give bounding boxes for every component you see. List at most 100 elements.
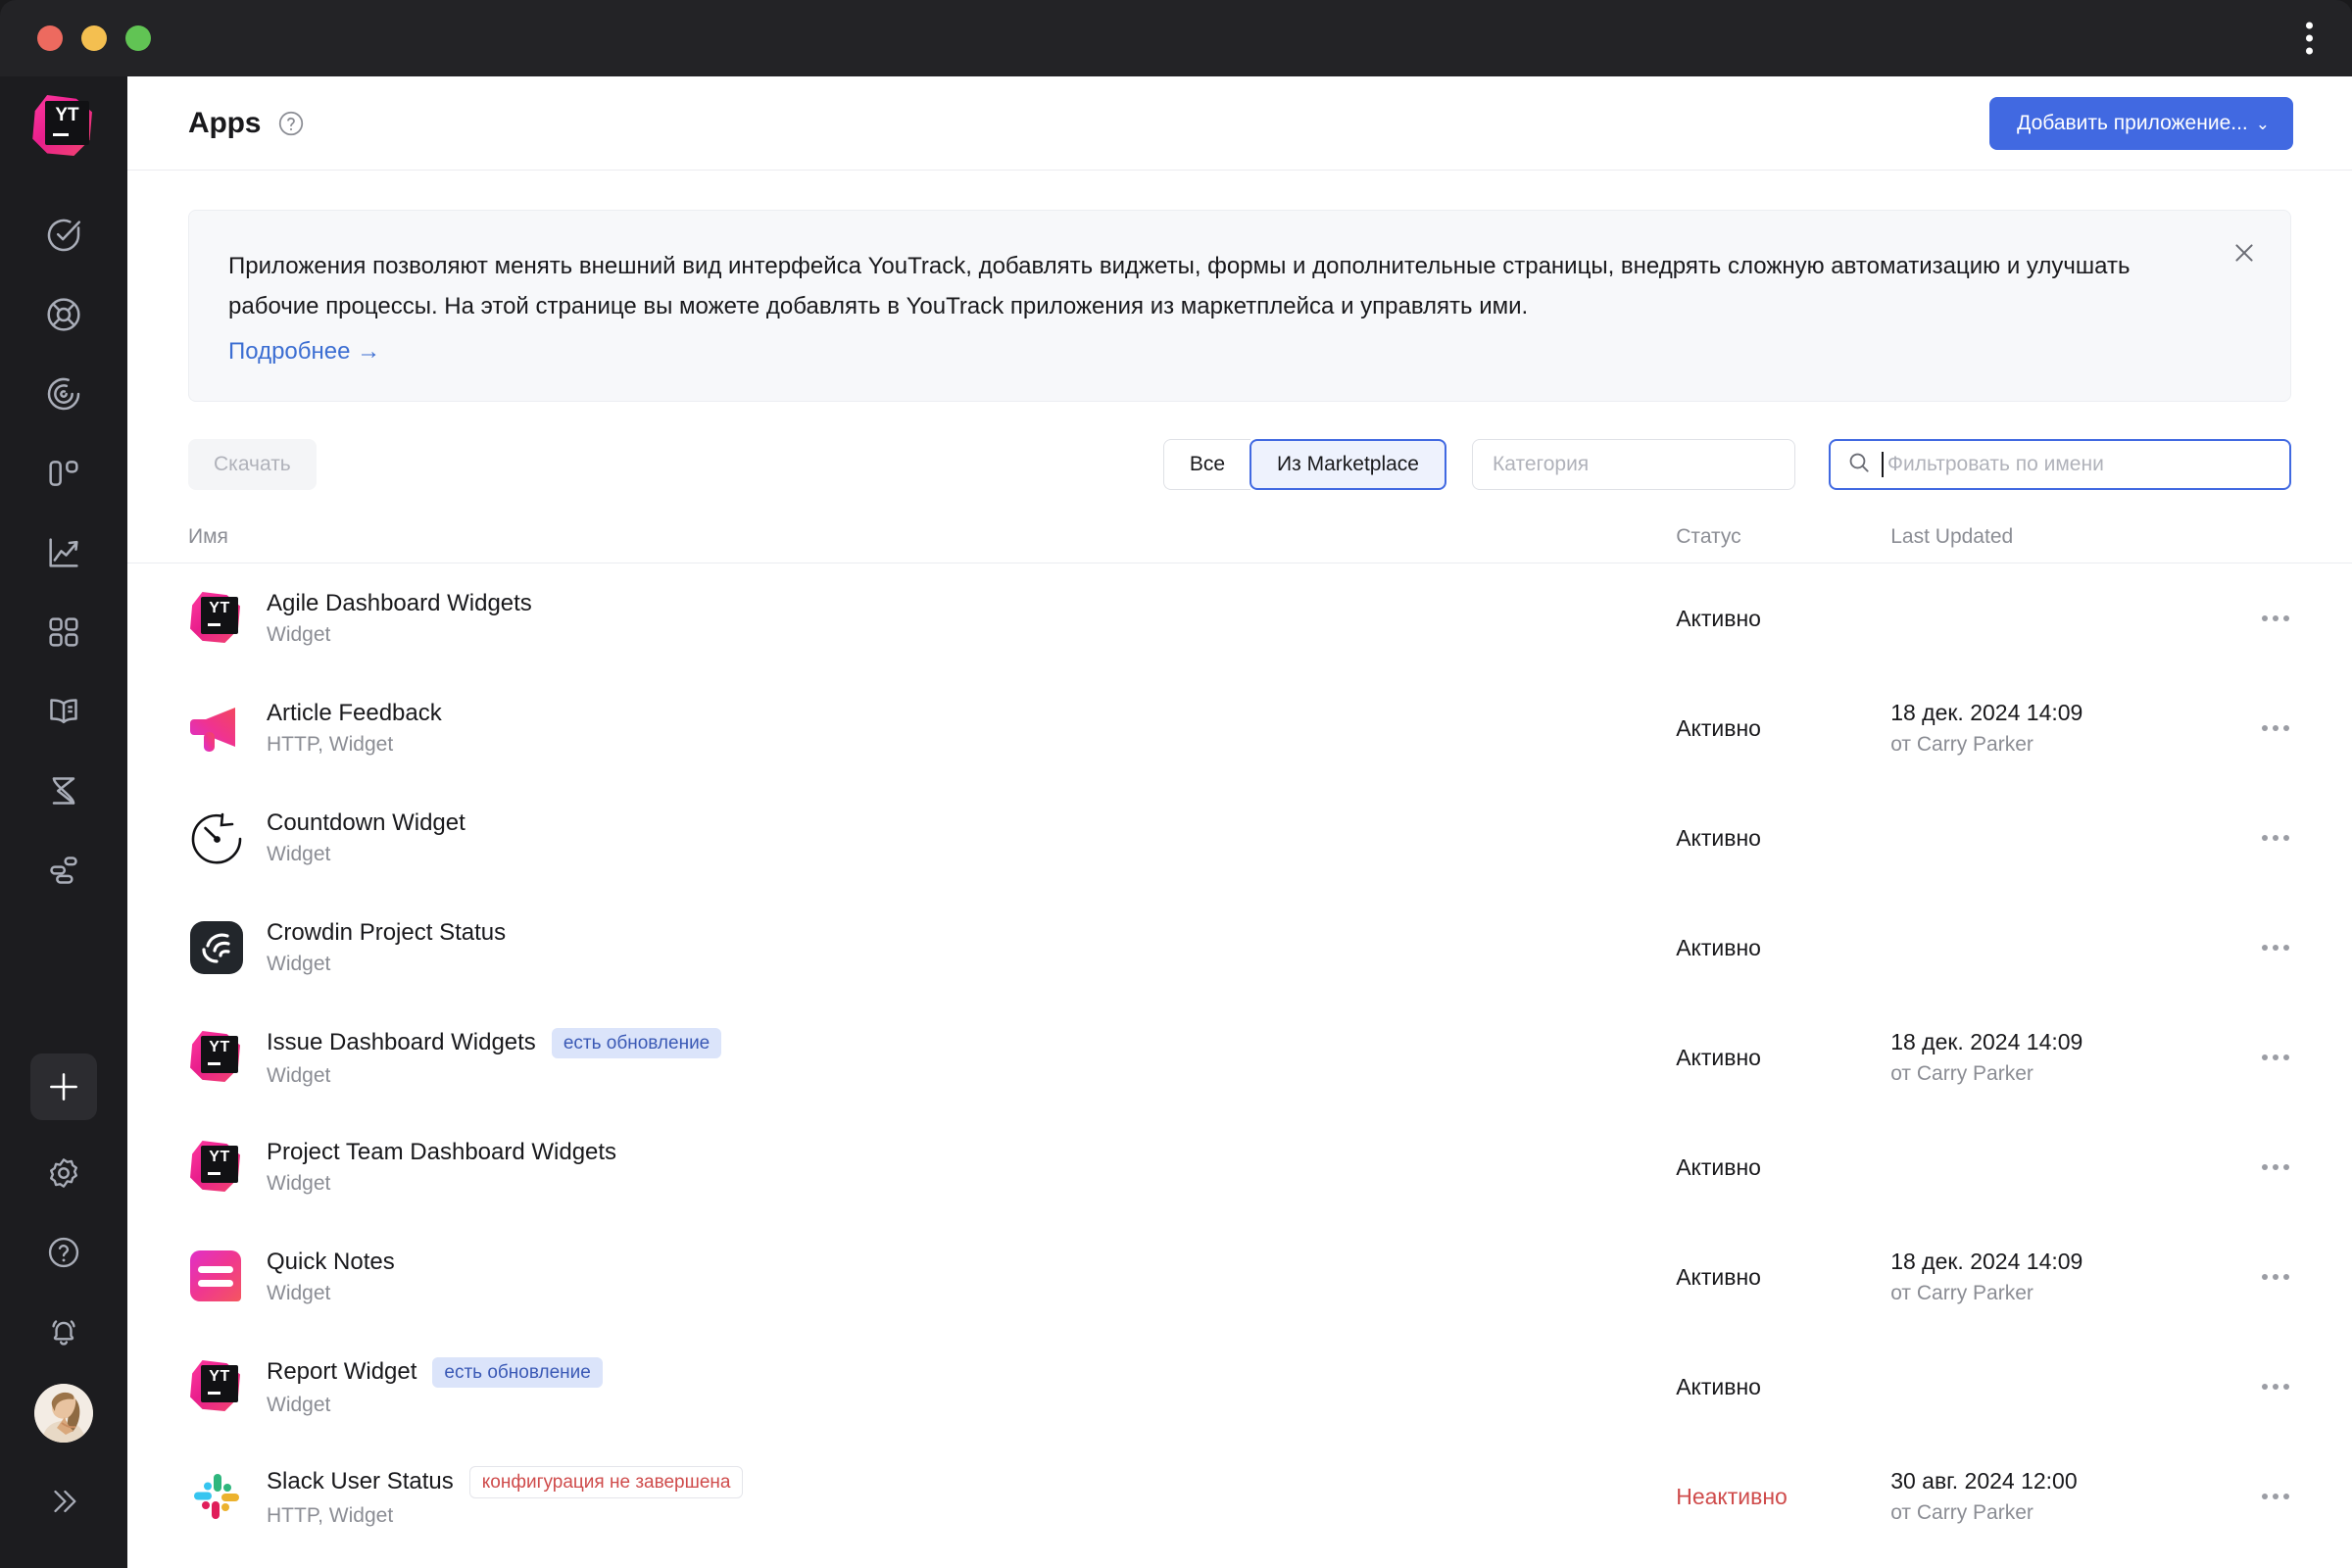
table-header-row: Имя Статус Last Updated — [127, 525, 2352, 564]
more-horizontal-icon[interactable] — [2196, 1384, 2291, 1390]
create-button[interactable] — [30, 1054, 97, 1120]
banner-text: Приложения позволяют менять внешний вид … — [228, 246, 2188, 326]
table-row[interactable]: YTReport Widgetесть обновлениеWidgetАкти… — [127, 1332, 2352, 1442]
app-name-line: Slack User Statusконфигурация не заверше… — [267, 1466, 743, 1498]
more-horizontal-icon[interactable] — [2196, 615, 2291, 621]
table-row[interactable]: Countdown WidgetWidgetАктивно — [127, 783, 2352, 893]
youtrack-logo[interactable]: YT — [29, 92, 98, 161]
app-name: Issue Dashboard Widgets — [267, 1029, 536, 1056]
sidebar-item-reports[interactable] — [24, 514, 103, 592]
zoom-window-button[interactable] — [125, 25, 151, 51]
status-text: Активно — [1676, 825, 1761, 851]
app-status-cell: Активно — [1676, 825, 1890, 852]
search-input-wrapper[interactable] — [1829, 439, 2291, 490]
app-name-cell: Article FeedbackHTTP, Widget — [188, 700, 1676, 757]
table-row[interactable]: Crowdin Project StatusWidgetАктивно — [127, 893, 2352, 1003]
app-name-block: Report Widgetесть обновление Widget — [267, 1357, 603, 1417]
add-app-label: Добавить приложение... — [2017, 112, 2248, 135]
search-icon — [1846, 450, 1872, 480]
updated-timestamp: 18 дек. 2024 14:09 — [1890, 1025, 2195, 1058]
table-row[interactable]: Article FeedbackHTTP, WidgetАктивно18 де… — [127, 673, 2352, 783]
app-name: Project Team Dashboard Widgets — [267, 1139, 616, 1166]
app-name-line: Report Widgetесть обновление — [267, 1357, 603, 1388]
search-input[interactable] — [1887, 453, 2276, 476]
sidebar-item-boards[interactable] — [24, 434, 103, 513]
add-app-button[interactable]: Добавить приложение... ⌄ — [1989, 97, 2293, 150]
sidebar-item-agile-boards[interactable] — [24, 355, 103, 433]
close-window-button[interactable] — [37, 25, 63, 51]
more-horizontal-icon[interactable] — [2196, 1054, 2291, 1060]
avatar[interactable] — [34, 1384, 93, 1443]
sidebar-item-helpdesk[interactable] — [24, 275, 103, 354]
app-type: Widget — [267, 1394, 603, 1417]
app-name-cell: Slack User Statusконфигурация не заверше… — [188, 1466, 1676, 1528]
more-horizontal-icon[interactable] — [2196, 835, 2291, 841]
hourglass-icon — [44, 771, 83, 810]
app-status-cell: Активно — [1676, 715, 1890, 742]
app-status-cell: Неактивно — [1676, 1484, 1890, 1510]
youtrack-app-icon: YT — [188, 1358, 245, 1415]
download-button[interactable]: Скачать — [188, 439, 317, 490]
updated-timestamp: 18 дек. 2024 14:09 — [1890, 1245, 2195, 1278]
chevron-double-right-icon — [47, 1485, 80, 1518]
more-horizontal-icon[interactable] — [2196, 1164, 2291, 1170]
check-circle-icon — [44, 216, 83, 255]
left-sidebar: YT — [0, 76, 127, 1568]
app-status-cell: Активно — [1676, 1045, 1890, 1071]
status-text: Активно — [1676, 606, 1761, 631]
app-name-cell: Quick NotesWidget — [188, 1249, 1676, 1305]
youtrack-app-icon: YT — [188, 1029, 245, 1086]
close-icon[interactable] — [2224, 232, 2265, 273]
avatar-image — [34, 1384, 93, 1443]
column-header-name: Имя — [188, 525, 1676, 549]
source-filter-segmented: Все Из Marketplace — [1163, 439, 1446, 490]
app-name-line: Project Team Dashboard Widgets — [267, 1139, 616, 1166]
more-horizontal-icon[interactable] — [2196, 945, 2291, 951]
app-name: Countdown Widget — [267, 809, 466, 837]
app-name-block: Quick NotesWidget — [267, 1249, 395, 1305]
status-text: Неактивно — [1676, 1484, 1788, 1509]
more-horizontal-icon[interactable] — [2196, 1494, 2291, 1499]
table-row[interactable]: YTProject Team Dashboard WidgetsWidgetАк… — [127, 1112, 2352, 1222]
sidebar-item-help[interactable] — [24, 1213, 103, 1292]
more-horizontal-icon[interactable] — [2196, 725, 2291, 731]
banner-learn-more-link[interactable]: Подробнее → — [228, 338, 380, 366]
app-name-block: Agile Dashboard WidgetsWidget — [267, 590, 532, 647]
youtrack-app-icon: YT — [188, 590, 245, 647]
expand-sidebar-button[interactable] — [24, 1462, 103, 1541]
column-header-updated: Last Updated — [1890, 525, 2195, 549]
status-badge: есть обновление — [552, 1028, 721, 1058]
more-horizontal-icon[interactable] — [2196, 1274, 2291, 1280]
minimize-window-button[interactable] — [81, 25, 107, 51]
sidebar-item-settings[interactable] — [24, 1134, 103, 1212]
table-row[interactable]: YT Issue Dashboard Widgets есть обновление… — [127, 1003, 2352, 1112]
sidebar-item-dashboards[interactable] — [24, 593, 103, 671]
sidebar-item-gantt[interactable] — [24, 831, 103, 909]
sidebar-item-knowledge-base[interactable] — [24, 672, 103, 751]
app-updated-cell: 18 дек. 2024 14:09от Carry Parker — [1890, 1025, 2195, 1090]
table-row[interactable]: Slack User Statusконфигурация не заверше… — [127, 1442, 2352, 1551]
app-status-cell: Активно — [1676, 1264, 1890, 1291]
status-text: Активно — [1676, 715, 1761, 741]
status-badge: конфигурация не завершена — [469, 1466, 744, 1498]
more-vertical-icon[interactable] — [2306, 23, 2313, 55]
app-type: Widget — [267, 1172, 616, 1196]
status-text: Активно — [1676, 1045, 1761, 1070]
question-circle-icon[interactable] — [276, 109, 306, 138]
sidebar-item-notifications[interactable] — [24, 1293, 103, 1371]
sidebar-item-issues[interactable] — [24, 196, 103, 274]
status-badge: есть обновление — [432, 1357, 602, 1388]
sidebar-item-timesheets[interactable] — [24, 752, 103, 830]
app-name-line: Article Feedback — [267, 700, 442, 727]
app-type: Widget — [267, 623, 532, 647]
tab-from-marketplace[interactable]: Из Marketplace — [1250, 439, 1446, 490]
table-row[interactable]: Quick NotesWidget Активно18 дек. 2024 14:… — [127, 1222, 2352, 1332]
megaphone-icon — [188, 700, 245, 757]
category-select[interactable]: Категория — [1472, 439, 1795, 490]
app-name-block: Crowdin Project StatusWidget — [267, 919, 506, 976]
tab-all[interactable]: Все — [1163, 439, 1250, 490]
app-name-line: Quick Notes — [267, 1249, 395, 1276]
table-row[interactable]: YT Agile Dashboard WidgetsWidget Активно — [127, 564, 2352, 673]
app-name-block: Slack User Statusконфигурация не заверше… — [267, 1466, 743, 1528]
page-title: Apps — [188, 107, 261, 140]
